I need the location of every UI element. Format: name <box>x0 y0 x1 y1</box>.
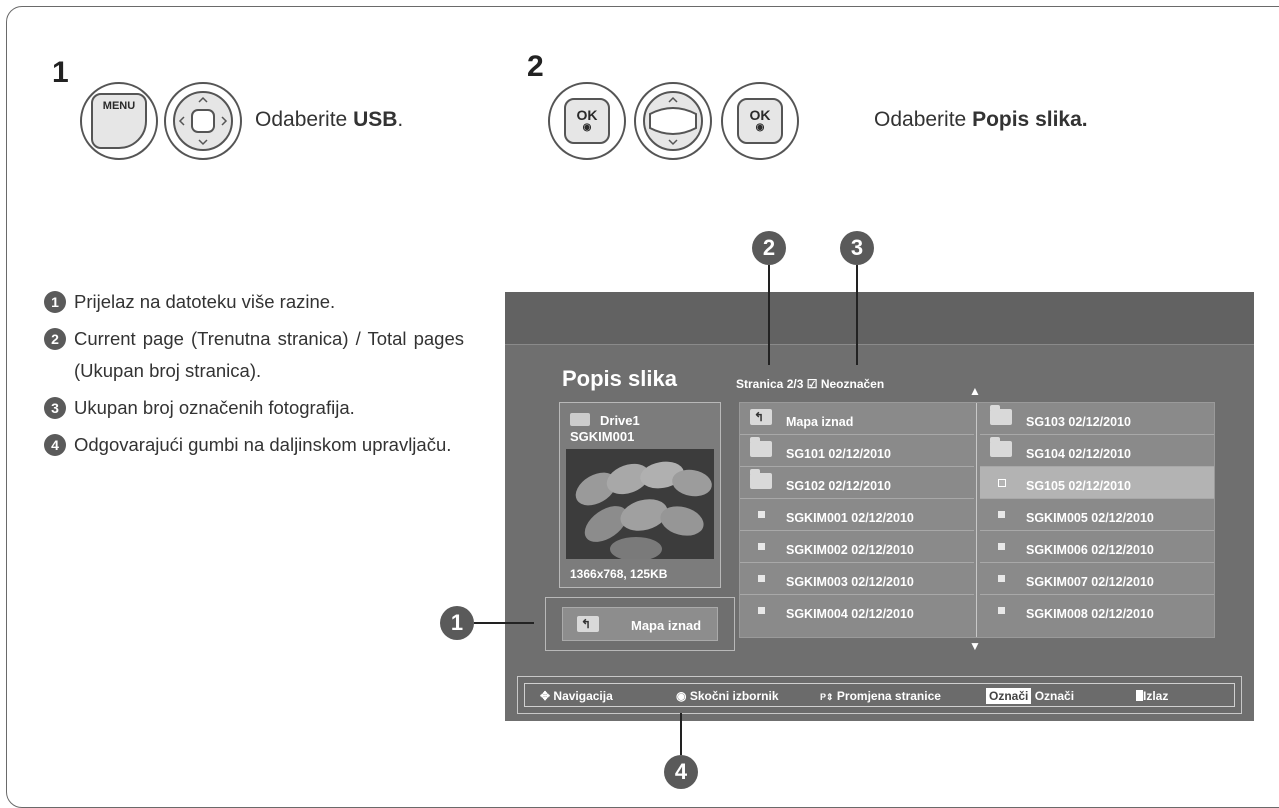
folder-icon <box>750 469 772 489</box>
scroll-down-icon[interactable]: ▼ <box>969 639 981 653</box>
file-icon <box>998 607 1005 614</box>
step-2-number: 2 <box>527 50 544 83</box>
preview-panel: Drive1 SGKIM001 1366x768, 125KB <box>559 402 721 588</box>
file-item[interactable]: SG101 02/12/2010 <box>740 435 974 467</box>
screen-top-band <box>505 292 1254 345</box>
page-info: Stranica 2/3 ☑ Neoznačen <box>736 377 885 391</box>
menu-button: MENU <box>80 82 158 160</box>
file-item[interactable]: SGKIM006 02/12/2010 <box>980 531 1214 563</box>
up-folder-box: ↰ Mapa iznad <box>545 597 735 651</box>
callout-1: 1 <box>440 606 474 640</box>
page-icon: P⇕ <box>820 692 834 702</box>
up-folder-button[interactable]: ↰ Mapa iznad <box>562 607 718 641</box>
file-item[interactable]: SG103 02/12/2010 <box>980 403 1214 435</box>
checkbox-icon: ☑ <box>806 377 818 391</box>
file-item[interactable]: SGKIM001 02/12/2010 <box>740 499 974 531</box>
callout-2: 2 <box>752 231 786 265</box>
file-icon <box>758 575 765 582</box>
ok-key: OK ◉ <box>564 98 610 144</box>
folder-icon <box>990 405 1012 425</box>
ok-icon: ◉ <box>676 689 687 703</box>
file-icon <box>758 511 765 518</box>
help-exit: Izlaz <box>1136 689 1168 703</box>
note-item: 4 Odgovarajući gumbi na daljinskom upravl… <box>44 429 464 461</box>
file-item[interactable]: SG104 02/12/2010 <box>980 435 1214 467</box>
help-page-change: P⇕ Promjena stranice <box>820 689 941 703</box>
file-icon <box>998 511 1005 518</box>
file-item[interactable]: SGKIM005 02/12/2010 <box>980 499 1214 531</box>
note-item: 2 Current page (Trenutna stranica) / Tota… <box>44 323 464 387</box>
notes-list: 1 Prijelaz na datoteku više razine. 2 Curr… <box>44 286 464 466</box>
callout-3: 3 <box>840 231 874 265</box>
column-divider <box>976 403 977 637</box>
step-1-instruction: Odaberite USB. <box>255 108 404 131</box>
file-icon <box>998 575 1005 582</box>
callout-2-leader <box>768 265 770 365</box>
file-item[interactable]: SGKIM003 02/12/2010 <box>740 563 974 595</box>
file-item[interactable]: SGKIM002 02/12/2010 <box>740 531 974 563</box>
callout-4-leader <box>680 713 682 755</box>
folder-icon <box>990 437 1012 457</box>
file-item[interactable]: ↰ Mapa iznad <box>740 403 974 435</box>
menu-key-label: MENU <box>91 93 147 149</box>
dpad-icon <box>173 91 233 151</box>
mark-key-label: Označi <box>986 688 1032 704</box>
note-item: 1 Prijelaz na datoteku više razine. <box>44 286 464 318</box>
drive-name: Drive1 <box>600 413 640 428</box>
folder-icon <box>750 437 772 457</box>
up-folder-icon: ↰ <box>750 409 772 425</box>
callout-4: 4 <box>664 755 698 789</box>
up-down-button <box>634 82 712 160</box>
file-item[interactable]: SGKIM004 02/12/2010 <box>740 595 974 627</box>
exit-icon <box>1136 690 1143 701</box>
file-item[interactable]: SG102 02/12/2010 <box>740 467 974 499</box>
navigation-button <box>164 82 242 160</box>
step-1-number: 1 <box>52 56 69 89</box>
up-down-icon <box>643 91 703 151</box>
thumbnail-image <box>566 449 714 559</box>
help-navigation: ✥ Navigacija <box>540 689 613 703</box>
file-name: SGKIM001 <box>570 429 635 444</box>
photo-thumbnail <box>566 449 714 559</box>
callout-1-leader <box>474 622 534 624</box>
scroll-up-icon[interactable]: ▲ <box>969 384 981 398</box>
file-item[interactable]: SGKIM007 02/12/2010 <box>980 563 1214 595</box>
callout-3-leader <box>856 265 858 365</box>
help-popup: ◉ Skočni izbornik <box>676 689 779 703</box>
up-folder-icon: ↰ <box>577 616 599 632</box>
file-icon <box>758 607 765 614</box>
drive-folder-icon <box>570 413 590 426</box>
file-icon <box>998 543 1005 550</box>
ok-key: OK ◉ <box>737 98 783 144</box>
file-info: 1366x768, 125KB <box>570 567 668 581</box>
step-2-instruction: Odaberite Popis slika. <box>874 108 1088 131</box>
file-icon <box>758 543 765 550</box>
file-item[interactable]: SGKIM008 02/12/2010 <box>980 595 1214 627</box>
ok-button-1: OK ◉ <box>548 82 626 160</box>
tv-screen: Popis slika Stranica 2/3 ☑ Neoznačen ▲ ▼… <box>505 292 1254 721</box>
file-item-selected[interactable]: SG105 02/12/2010 <box>980 467 1214 499</box>
help-mark: Označi Označi <box>986 688 1074 704</box>
file-list: ↰ Mapa iznad SG103 02/12/2010 SG101 02/12… <box>739 402 1215 638</box>
ok-button-2: OK ◉ <box>721 82 799 160</box>
navigation-icon: ✥ <box>540 689 551 703</box>
screen-title: Popis slika <box>562 366 677 391</box>
file-icon <box>998 479 1006 487</box>
remote-help-bar: ✥ Navigacija ◉ Skočni izbornik P⇕ Promje… <box>517 676 1242 714</box>
note-item: 3 Ukupan broj označenih fotografija. <box>44 392 464 424</box>
